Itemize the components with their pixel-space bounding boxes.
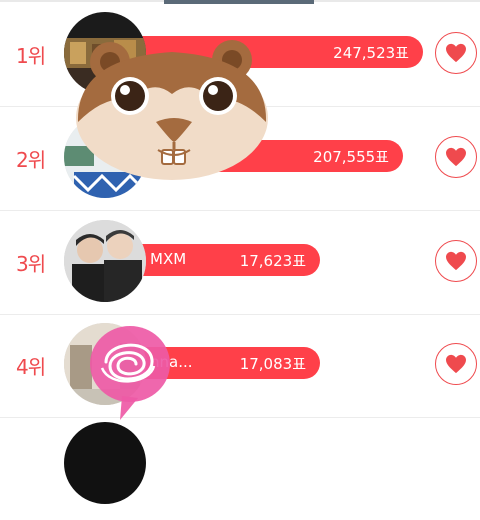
hamster-sticker	[76, 40, 268, 180]
rank-label: 2위	[16, 148, 46, 172]
artist-avatar[interactable]	[64, 220, 146, 302]
vote-heart-button[interactable]	[435, 343, 477, 385]
heart-icon	[446, 43, 466, 63]
ranking-row-3[interactable]: 3위 MXM 17,623표	[0, 210, 480, 315]
rank-label: 1위	[16, 44, 46, 68]
vote-heart-button[interactable]	[435, 240, 477, 282]
ranking-row-4[interactable]: 4위 nna... 17,083표	[0, 313, 480, 418]
pink-scribble-sticker	[90, 326, 170, 420]
ranking-row-5[interactable]	[0, 416, 480, 520]
artist-avatar[interactable]	[64, 422, 146, 504]
heart-icon	[446, 251, 466, 271]
heart-icon	[446, 147, 466, 167]
vote-count: 247,523표	[333, 44, 409, 62]
vote-heart-button[interactable]	[435, 32, 477, 74]
heart-icon	[446, 354, 466, 374]
vote-heart-button[interactable]	[435, 136, 477, 178]
rank-label: 3위	[16, 252, 46, 276]
artist-name: MXM	[150, 250, 187, 268]
rank-label: 4위	[16, 355, 46, 379]
vote-count: 17,083표	[239, 355, 306, 373]
vote-count: 17,623표	[239, 252, 306, 270]
vote-count: 207,555표	[313, 148, 389, 166]
